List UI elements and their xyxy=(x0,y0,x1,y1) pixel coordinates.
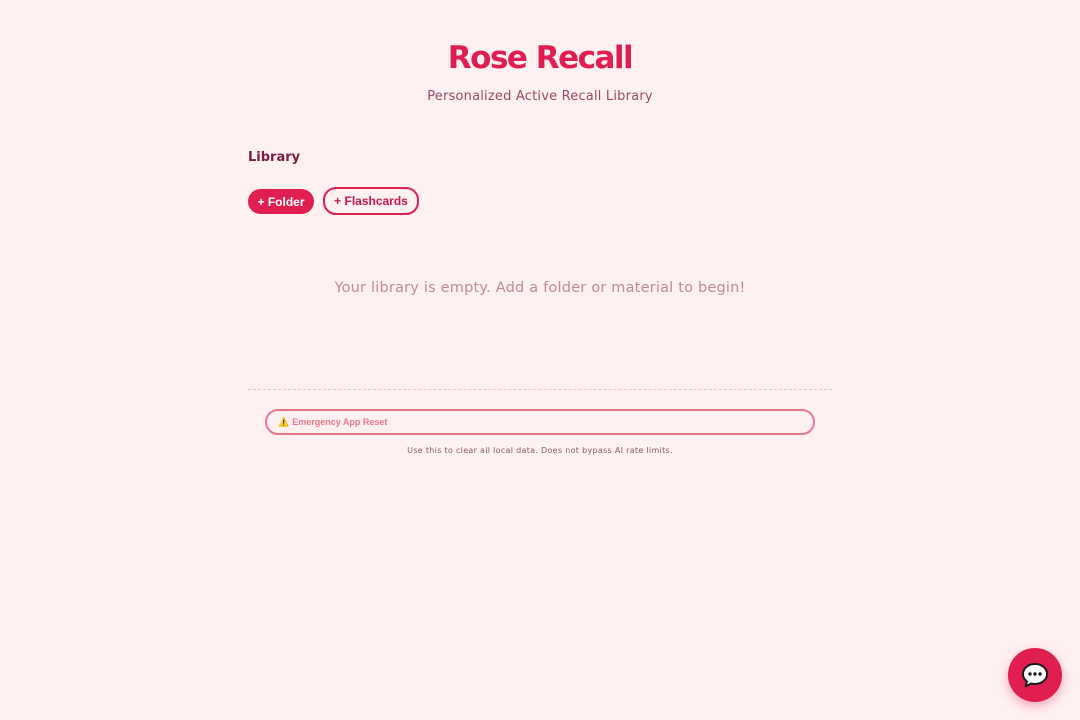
chat-button[interactable] xyxy=(1008,648,1062,702)
library-heading: Library xyxy=(248,150,301,165)
library-actions: + Folder + Flashcards xyxy=(248,187,419,215)
reset-note: Use this to clear all local data. Does n… xyxy=(407,446,673,455)
app-title: Rose Recall xyxy=(447,40,634,76)
app-subtitle: Personalized Active Recall Library xyxy=(427,89,653,104)
chat-bubble-icon xyxy=(1022,663,1048,688)
emergency-reset-button[interactable]: ⚠️ Emergency App Reset xyxy=(265,409,815,435)
library-empty-message: Your library is empty. Add a folder or m… xyxy=(334,280,746,296)
emergency-reset-label: Emergency App Reset xyxy=(292,417,388,427)
section-divider xyxy=(248,389,832,390)
warning-icon: ⚠️ xyxy=(278,416,290,427)
add-folder-button[interactable]: + Folder xyxy=(248,189,314,214)
add-flashcards-button[interactable]: + Flashcards xyxy=(323,187,419,215)
app-page: Rose Recall Personalized Active Recall L… xyxy=(0,0,1080,720)
